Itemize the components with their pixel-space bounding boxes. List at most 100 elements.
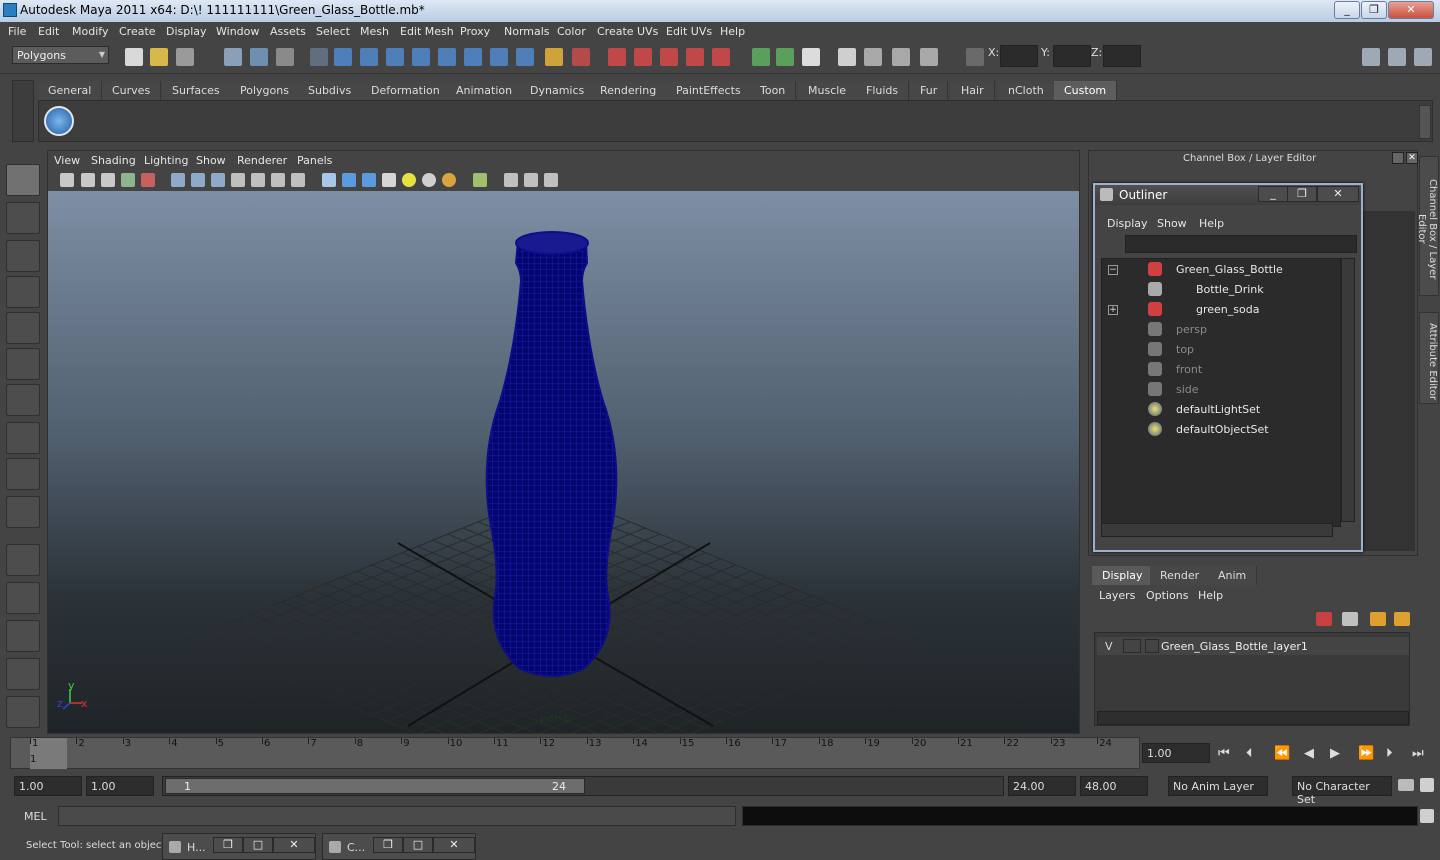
layer-hscroll[interactable] xyxy=(1097,711,1409,725)
tab-fur[interactable]: Fur xyxy=(910,81,949,100)
outliner-filter-field[interactable] xyxy=(1125,235,1357,253)
menu-edit-mesh[interactable]: Edit Mesh xyxy=(400,25,454,38)
layer-menu-layers[interactable]: Layers xyxy=(1099,589,1135,602)
character-set-dropdown[interactable]: No Character Set xyxy=(1292,776,1392,806)
construction-history-icon[interactable] xyxy=(802,48,820,66)
shelf-scroll-arrows[interactable] xyxy=(1419,105,1431,139)
grid-toggle-icon[interactable] xyxy=(141,173,155,187)
go-to-end-icon[interactable]: ⏭ xyxy=(1412,746,1424,761)
step-back-key-icon[interactable]: ⏪ xyxy=(1274,746,1290,761)
tab-channel-box[interactable]: Channel Box / Layer Editor xyxy=(1416,156,1439,296)
tab-attribute-editor[interactable]: Attribute Editor xyxy=(1419,312,1439,404)
ipr-render-icon[interactable] xyxy=(892,48,910,66)
outliner-vscroll[interactable] xyxy=(1341,258,1355,522)
select-object-icon[interactable] xyxy=(250,48,268,66)
select-misc-icon[interactable] xyxy=(516,48,534,66)
output-ops-icon[interactable] xyxy=(776,48,794,66)
selected-lights-icon[interactable] xyxy=(442,173,456,187)
step-forward-key-icon[interactable]: ⏩ xyxy=(1358,746,1374,761)
make-live-icon[interactable] xyxy=(712,48,730,66)
menu-window[interactable]: Window xyxy=(216,25,259,38)
snap-view-plane-icon[interactable] xyxy=(686,48,704,66)
select-dynamics-icon[interactable] xyxy=(464,48,482,66)
tab-animation[interactable]: Animation xyxy=(446,81,524,100)
panel-menu-show[interactable]: Show xyxy=(196,154,226,167)
shadows-icon[interactable] xyxy=(271,173,285,187)
hardware-texturing-icon[interactable] xyxy=(291,173,305,187)
animation-prefs-icon[interactable] xyxy=(1420,778,1434,792)
menu-assets[interactable]: Assets xyxy=(270,25,306,38)
time-slider[interactable]: 1 1 2 3 4 5 6 7 8 9 10 11 12 13 14 15 16 17 18 19 20 21 22 23 2… xyxy=(10,737,1140,769)
outliner-item[interactable]: side xyxy=(1102,379,1342,399)
move-tool-icon[interactable] xyxy=(6,276,40,308)
tab-polygons[interactable]: Polygons xyxy=(230,81,300,100)
open-scene-icon[interactable] xyxy=(150,48,168,66)
hypershade-icon[interactable] xyxy=(6,696,40,728)
tab-painteffects[interactable]: PaintEffects xyxy=(666,81,752,100)
input-ops-icon[interactable] xyxy=(752,48,770,66)
all-lights-icon[interactable] xyxy=(422,173,436,187)
select-deformations-icon[interactable] xyxy=(438,48,456,66)
four-pane-layout-icon[interactable] xyxy=(6,582,40,614)
tab-dynamics[interactable]: Dynamics xyxy=(520,81,596,100)
panel-menu-shading[interactable]: Shading xyxy=(91,154,136,167)
outliner-menu-display[interactable]: Display xyxy=(1107,217,1148,230)
shelf-menu-handle[interactable] xyxy=(12,80,34,142)
select-handles-icon[interactable] xyxy=(334,48,352,66)
maximize-button[interactable]: ❐ xyxy=(1361,1,1387,19)
resolution-gate-icon[interactable] xyxy=(504,173,518,187)
outliner-menu-help[interactable]: Help xyxy=(1199,217,1224,230)
minimized-window-hypershade[interactable]: H... ❐ □ ✕ xyxy=(162,833,316,860)
layer-color-swatch[interactable] xyxy=(1145,639,1159,653)
step-forward-frame-icon[interactable]: ⏵ xyxy=(1386,746,1393,761)
select-surfaces-icon[interactable] xyxy=(412,48,430,66)
command-input[interactable] xyxy=(58,806,736,826)
command-language-label[interactable]: MEL xyxy=(24,810,47,823)
outliner-menu-show[interactable]: Show xyxy=(1157,217,1187,230)
outliner-item[interactable]: Green_Glass_Bottle xyxy=(1102,259,1342,279)
select-joints-icon[interactable] xyxy=(360,48,378,66)
menu-edit-uvs[interactable]: Edit UVs xyxy=(666,25,712,38)
layer-menu-help[interactable]: Help xyxy=(1198,589,1223,602)
checkmark-icon[interactable] xyxy=(44,106,74,136)
film-gate-icon[interactable] xyxy=(524,173,538,187)
select-component-icon[interactable] xyxy=(276,48,294,66)
menu-color[interactable]: Color xyxy=(557,25,586,38)
panel-menu-renderer[interactable]: Renderer xyxy=(237,154,287,167)
current-time-field[interactable]: 1.00 xyxy=(1142,743,1210,763)
tab-layer-anim[interactable]: Anim xyxy=(1208,566,1258,585)
outliner-item[interactable]: persp xyxy=(1102,319,1342,339)
play-backwards-icon[interactable]: ◀ xyxy=(1304,746,1314,761)
xray-icon[interactable] xyxy=(342,173,356,187)
move-layer-up-icon[interactable] xyxy=(1316,612,1332,626)
highlight-selection-icon[interactable] xyxy=(572,48,590,66)
tab-ncloth[interactable]: nCloth xyxy=(998,81,1055,100)
snap-grid-icon[interactable] xyxy=(608,48,626,66)
menu-mesh[interactable]: Mesh xyxy=(360,25,389,38)
outliner-hscroll[interactable] xyxy=(1101,523,1333,537)
select-curves-icon[interactable] xyxy=(386,48,404,66)
tab-surfaces[interactable]: Surfaces xyxy=(162,81,231,100)
restore-button[interactable]: ❐ xyxy=(373,837,403,853)
menu-help[interactable]: Help xyxy=(720,25,745,38)
menu-create[interactable]: Create xyxy=(119,25,156,38)
wireframe-icon[interactable] xyxy=(171,173,185,187)
animation-start-field[interactable]: 1.00 xyxy=(14,776,82,796)
close-button[interactable]: ✕ xyxy=(433,837,475,853)
new-layer-icon[interactable] xyxy=(1370,612,1386,626)
lock-selection-icon[interactable] xyxy=(310,48,328,66)
render-view-icon[interactable] xyxy=(838,48,856,66)
camera-attributes-icon[interactable] xyxy=(81,173,95,187)
select-hierarchy-icon[interactable] xyxy=(224,48,242,66)
tab-rendering[interactable]: Rendering xyxy=(590,81,668,100)
layer-type-toggle[interactable] xyxy=(1123,639,1141,653)
lock-icon[interactable] xyxy=(545,48,563,66)
show-manipulator-icon[interactable] xyxy=(6,458,40,490)
step-back-frame-icon[interactable]: ⏴ xyxy=(1246,746,1253,761)
panel-menu-view[interactable]: View xyxy=(54,154,80,167)
toggle-tool-settings-icon[interactable] xyxy=(1388,48,1406,66)
anim-layer-dropdown[interactable]: No Anim Layer xyxy=(1168,776,1268,796)
last-tool-icon[interactable] xyxy=(6,496,40,528)
outliner-item[interactable]: defaultObjectSet xyxy=(1102,419,1342,439)
maximize-button[interactable]: □ xyxy=(243,837,273,853)
